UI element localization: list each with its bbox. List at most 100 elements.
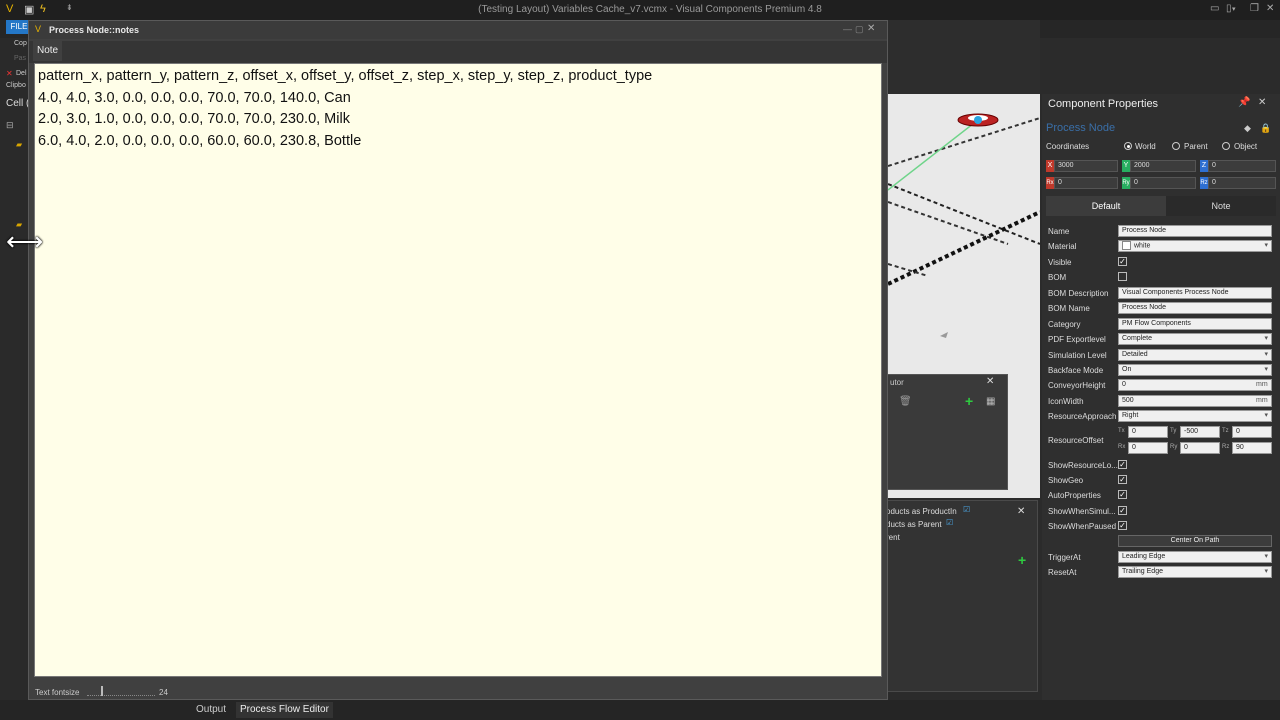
add-icon[interactable]: + — [1018, 552, 1026, 568]
tab-note[interactable]: Note — [1166, 196, 1276, 216]
note-line: 6.0, 4.0, 2.0, 0.0, 0.0, 0.0, 60.0, 60.0… — [38, 132, 362, 149]
note-text-area[interactable]: pattern_x, pattern_y, pattern_z, offset_… — [34, 63, 882, 677]
fontsize-slider-thumb[interactable] — [101, 686, 103, 696]
minimize-icon[interactable]: — — [843, 24, 852, 34]
radio-parent-label: Parent — [1184, 142, 1208, 151]
quick-access-dropdown-icon[interactable]: ⇟ — [66, 3, 73, 12]
coordinates-label: Coordinates — [1046, 142, 1090, 151]
trigger-at-dropdown[interactable]: Leading Edge — [1118, 551, 1272, 563]
y-field[interactable]: 2000 — [1130, 160, 1196, 172]
checklist-icon: ☑ — [963, 505, 971, 514]
name-label: Name — [1048, 227, 1070, 236]
bom-name-label: BOM Name — [1048, 304, 1090, 313]
folder-icon: ▰ — [16, 140, 23, 149]
close-icon[interactable]: ✕ — [1266, 3, 1274, 14]
tx-label: Tx — [1118, 428, 1125, 434]
tab-output[interactable]: Output — [192, 702, 230, 718]
run-icon[interactable]: ϟ — [40, 3, 46, 15]
grid-icon[interactable]: ▦ — [986, 396, 995, 407]
color-swatch — [1122, 241, 1131, 250]
pin-icon[interactable]: 📌 — [1238, 97, 1250, 108]
copy-button[interactable]: Cop — [14, 40, 27, 47]
category-field[interactable]: PM Flow Components — [1118, 318, 1272, 330]
resize-cursor-icon: ⟷ — [6, 226, 44, 256]
tx-field[interactable]: 0 — [1128, 426, 1168, 438]
pdf-exportlevel-dropdown[interactable]: Complete — [1118, 333, 1272, 345]
paste-button[interactable]: Pas — [14, 55, 26, 62]
layout2-icon[interactable]: ▯ — [1226, 3, 1232, 14]
list-item[interactable]: ducts as Parent — [886, 520, 942, 529]
rx-field[interactable]: 0 — [1054, 177, 1118, 189]
reset-at-dropdown[interactable]: Trailing Edge — [1118, 566, 1272, 578]
rx-axis-badge: Rx — [1046, 177, 1054, 189]
tab-default[interactable]: Default — [1046, 196, 1166, 216]
viewport-header — [888, 20, 1040, 94]
fontsize-value: 24 — [159, 688, 168, 697]
pdf-exportlevel-label: PDF Exportlevel — [1048, 335, 1106, 344]
delete-button[interactable]: Del — [16, 70, 27, 77]
note-titlebar[interactable] — [29, 21, 887, 39]
ry-label: Ry — [1170, 444, 1178, 450]
window-title: (Testing Layout) Variables Cache_v7.vcmx… — [478, 4, 822, 15]
lock-icon[interactable]: 🔒 — [1260, 123, 1271, 134]
layout-icon[interactable]: ▭ — [1210, 3, 1219, 14]
center-on-path-button[interactable]: Center On Path — [1118, 535, 1272, 547]
fontsize-label: Text fontsize — [35, 688, 80, 697]
show-when-simul-checkbox[interactable]: ✓ — [1118, 506, 1127, 515]
collapse-icon[interactable]: ⊟ — [6, 120, 14, 131]
ry-field[interactable]: 0 — [1130, 177, 1196, 189]
note-window-title: Process Node::notes — [49, 25, 140, 35]
save-icon[interactable]: ▣ — [24, 3, 34, 16]
z-axis-badge: Z — [1200, 160, 1208, 172]
close-icon[interactable]: ✕ — [867, 23, 875, 34]
tz-field[interactable]: 0 — [1232, 426, 1272, 438]
auto-properties-label: AutoProperties — [1048, 491, 1101, 500]
show-when-paused-checkbox[interactable]: ✓ — [1118, 521, 1127, 530]
restore-icon[interactable]: ❐ — [1250, 3, 1259, 14]
z-field[interactable]: 0 — [1208, 160, 1276, 172]
rz-field[interactable]: 0 — [1208, 177, 1276, 189]
bom-name-field[interactable]: Process Node — [1118, 302, 1272, 314]
conveyor-height-field[interactable]: 0 — [1118, 379, 1272, 391]
radio-parent[interactable] — [1172, 142, 1180, 150]
bom-description-field[interactable]: Visual Components Process Node — [1118, 287, 1272, 299]
x-axis-badge: X — [1046, 160, 1054, 172]
radio-object[interactable] — [1222, 142, 1230, 150]
show-geo-checkbox[interactable]: ✓ — [1118, 475, 1127, 484]
rz-offset-field[interactable]: 90 — [1232, 442, 1272, 454]
fontsize-slider[interactable] — [87, 691, 155, 696]
ty-label: Ty — [1170, 428, 1177, 434]
tag-icon[interactable]: ◆ — [1244, 123, 1251, 134]
y-axis-badge: Y — [1122, 160, 1130, 172]
maximize-icon[interactable]: ▢ — [855, 24, 864, 35]
chevron-down-icon[interactable]: ▾ — [1232, 5, 1236, 13]
list-item[interactable]: rent — [886, 533, 900, 542]
resource-offset-label: ResourceOffset — [1048, 436, 1104, 445]
visible-checkbox[interactable]: ✓ — [1118, 257, 1127, 266]
material-dropdown[interactable]: white — [1118, 240, 1272, 252]
ty-field[interactable]: -500 — [1180, 426, 1220, 438]
tab-process-flow-editor[interactable]: Process Flow Editor — [236, 702, 333, 718]
add-icon[interactable]: + — [965, 393, 973, 409]
bom-checkbox[interactable] — [1118, 272, 1127, 281]
ry-offset-field[interactable]: 0 — [1180, 442, 1220, 454]
show-when-paused-label: ShowWhenPaused — [1048, 522, 1117, 531]
rx-offset-field[interactable]: 0 — [1128, 442, 1168, 454]
auto-properties-checkbox[interactable]: ✓ — [1118, 490, 1127, 499]
icon-width-field[interactable]: 500 — [1118, 395, 1272, 407]
show-resource-checkbox[interactable]: ✓ — [1118, 460, 1127, 469]
close-icon[interactable]: ✕ — [986, 376, 994, 387]
close-icon[interactable]: ✕ — [1017, 506, 1025, 517]
trash-icon[interactable]: 🗑 — [899, 396, 912, 407]
simulation-level-dropdown[interactable]: Detailed — [1118, 349, 1272, 361]
resource-approach-dropdown[interactable]: Right — [1118, 410, 1272, 422]
show-resource-label: ShowResourceLo... — [1048, 461, 1118, 470]
x-field[interactable]: 3000 — [1054, 160, 1118, 172]
backface-mode-dropdown[interactable]: On — [1118, 364, 1272, 376]
radio-world[interactable] — [1124, 142, 1132, 150]
left-panel — [0, 38, 30, 700]
name-field[interactable]: Process Node — [1118, 225, 1272, 237]
tab-note[interactable]: Note — [33, 41, 63, 61]
list-item[interactable]: oducts as ProductIn — [886, 507, 957, 516]
close-icon[interactable]: ✕ — [1258, 97, 1266, 108]
